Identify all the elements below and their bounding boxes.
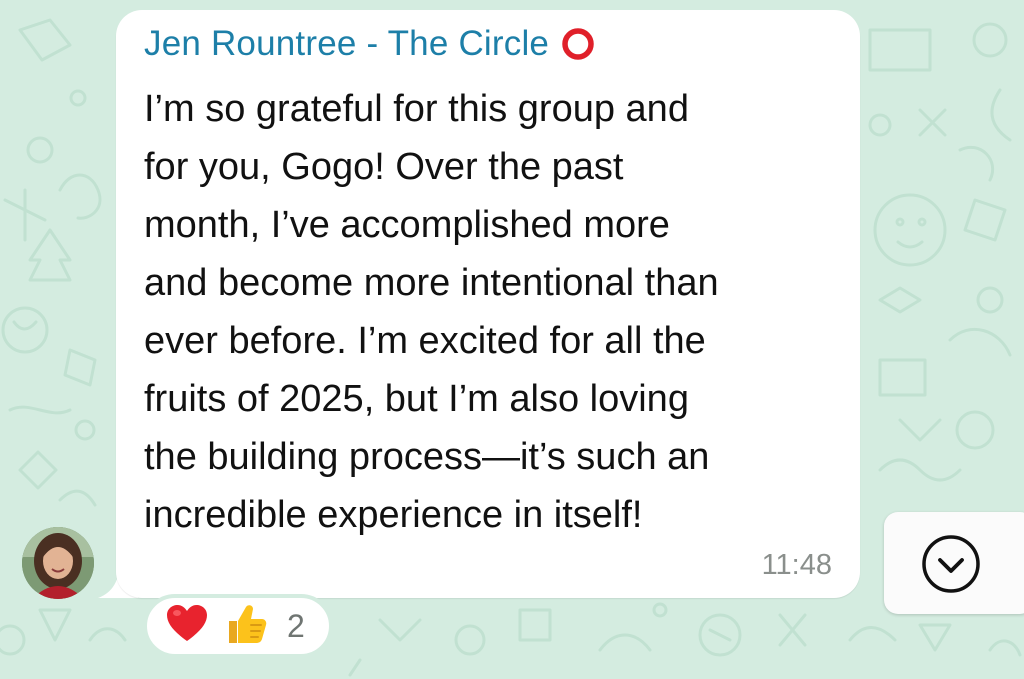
reactions-bar[interactable]: 2 (143, 594, 333, 658)
heart-icon (165, 602, 209, 651)
reaction-count: 2 (287, 607, 305, 644)
message-timestamp: 11:48 (761, 549, 832, 581)
message-text: I’m so grateful for this group and for y… (144, 88, 719, 536)
sender-name[interactable]: Jen Rountree - The Circle (144, 24, 549, 64)
thumbs-up-icon (223, 601, 269, 652)
chevron-down-circle-icon (922, 535, 980, 593)
scroll-to-bottom-button[interactable] (884, 512, 1024, 614)
message-bubble[interactable]: Jen Rountree - The Circle I’m so gratefu… (116, 10, 860, 598)
sender-row: Jen Rountree - The Circle (144, 24, 595, 64)
hollow-red-circle-icon (561, 27, 595, 61)
sender-avatar[interactable] (22, 527, 94, 599)
